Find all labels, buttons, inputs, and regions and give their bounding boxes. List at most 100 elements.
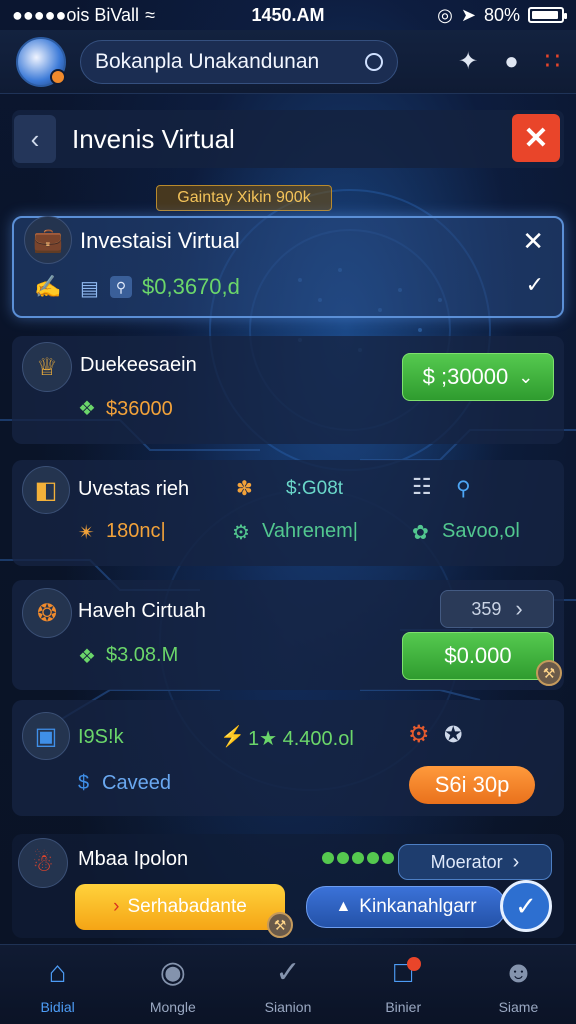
claim-button[interactable]: S6i 30p [409,766,535,804]
close-button[interactable]: ✕ [512,114,560,162]
haveh-card: ❂ Haveh Cirtuah ❖ $3.08.M 359 › $0.000 ⚒ [12,580,564,690]
shield-icon: ▲ [335,898,352,915]
secondary-action-label: Kinkanahlgarr [359,896,477,917]
nav-item-sianion[interactable]: ✓ Sianion [230,945,345,1024]
battery-icon [528,7,567,23]
invest-button-label: $ ;30000 [422,364,509,389]
target-icon: ❂ [22,588,72,638]
page-title: Invenis Virtual [72,123,235,154]
moderator-label: Moerator [430,851,503,872]
stats-card: ▣ I9S!k ⚡ 1★ 4.400.ol ⚙ ✪ $ Caveed S6i 3… [12,700,564,816]
nav-item-binier[interactable]: □ Binier [346,945,461,1024]
globe-icon[interactable]: ● [504,48,519,76]
section-label: Gaintay Xikin 900k [156,185,332,211]
avatar[interactable] [16,36,66,87]
counter-value: 359 [471,598,502,619]
puzzle-icon[interactable]: ✦ [458,47,478,76]
primary-action-button[interactable]: › Serhabadante [75,884,285,930]
robot-icon: ☃ [18,838,68,888]
check-circle-icon: ✓ [275,956,301,989]
money-icon: ❖ [78,398,96,420]
invest-button[interactable]: $ ;30000 ⌄ [402,353,554,401]
stat-1: I9S!k [78,726,124,748]
card-title: Uvestas rieh [78,478,190,500]
chevron-left-icon: ‹ [30,123,40,154]
card-amount: $3.08.M [106,644,179,666]
hammer-icon: ⚒ [536,660,562,686]
search-icon: ⚲ [110,276,132,298]
crown-icon: ♕ [22,342,72,392]
carrier-info: ●●●●●ois BiVall ≈ [12,5,155,26]
stat-2: Vahrenem| [262,520,358,542]
top-bar: Bokanpla Unakandunan ✦ ● ∷ [0,30,576,94]
virtual-investment-card[interactable]: 💼 Investaisi Virtual ✕ ✍ ▤ ⚲ $0,3670,d ✓ [12,216,564,318]
status-bar: ●●●●●ois BiVall ≈ 1450.AM ◎ ➤ 80% [0,0,576,30]
nav-label: Binier [385,998,422,1015]
nav-label: Bidial [40,998,75,1015]
books-icon: ☷ [412,474,432,499]
chest-icon: 💼 [24,216,72,264]
notification-dot [406,957,421,971]
stat-3: Savoo,ol [442,520,520,542]
leaf-icon: ✿ [412,522,429,544]
search-input[interactable]: Bokanpla Unakandunan [95,50,365,74]
claim-button-label: S6i 30p [434,772,510,797]
bottom-nav: ⌂ Bidial ◉ Mongle ✓ Sianion □ Binier ☻ S… [0,944,576,1024]
chevron-right-icon: › [515,596,523,621]
mbaa-card: ☃ Mbaa Ipolon Moerator › › Serhabadante … [12,834,564,938]
buy-button[interactable]: $0.000 [402,632,554,680]
alarm-icon: ◎ [437,4,453,25]
list-icon: ▤ [80,278,99,300]
check-icon[interactable]: ✓ [500,880,552,932]
nav-label: Sianion [264,998,312,1015]
gear-icon: ⚙ [408,721,430,748]
moderator-button[interactable]: Moerator › [398,844,552,880]
progress-dots [322,852,394,864]
chevron-down-icon[interactable]: ✓ [526,272,544,298]
battery-text: 80% [483,4,520,25]
hammer-icon: ⚒ [267,912,293,938]
chevron-circle-icon: ◉ [159,956,186,989]
nav-label: Mongle [149,998,196,1015]
carrier-text: ●●●●●ois BiVall [12,4,140,25]
search-bar[interactable]: Bokanpla Unakandunan [80,39,398,84]
puzzle-icon: ▣ [22,712,70,760]
back-button[interactable]: ‹ [14,115,56,163]
card-title: Investaisi Virtual [80,228,240,253]
caveed-link[interactable]: Caveed [102,772,171,795]
uvestas-card: ◧ Uvestas rieh ✽ $:G08t ☷ ⚲ ✴ 180nc| ⚙ V… [12,460,564,566]
search-icon[interactable] [365,52,383,71]
card-amount: $0,3670,d [142,274,240,299]
close-icon: ✕ [523,121,549,155]
price-text: $:G08t [286,478,344,499]
nav-item-siame[interactable]: ☻ Siame [461,945,576,1024]
building-icon: ◧ [22,466,70,514]
map-pin-icon: ⚲ [456,478,471,500]
grid-menu-icon[interactable]: ∷ [545,47,560,76]
card-title: Mbaa Ipolon [78,848,189,870]
stat-1: 180nc| [106,520,166,542]
counter-button[interactable]: 359 › [440,590,554,628]
card-title: Duekeesaein [80,354,197,376]
stat-2: 1★ 4.400.ol [248,728,354,750]
coins-icon: ✽ [236,478,253,500]
nav-item-mongle[interactable]: ◉ Mongle [115,945,230,1024]
card-amount: $36000 [106,398,173,420]
arrow-right-icon: › [113,896,120,917]
money-icon: ❖ [78,646,96,668]
nav-label: Siame [498,998,539,1015]
nav-item-bidial[interactable]: ⌂ Bidial [0,945,115,1024]
card-title: Haveh Cirtuah [78,600,206,622]
page-header: ‹ Invenis Virtual ✕ [12,110,564,168]
close-icon[interactable]: ✕ [522,226,544,257]
dollar-icon: $ [78,772,90,794]
wifi-icon: ≈ [145,4,155,25]
home-icon: ⌂ [48,955,67,989]
primary-action-label: Serhabadante [127,896,247,917]
fire-icon: ✴ [78,522,95,544]
hand-icon: ✍ [34,274,62,299]
secondary-action-button[interactable]: ▲ Kinkanahlgarr [306,886,506,928]
location-icon: ➤ [460,4,476,25]
profile-icon: ☻ [502,955,535,989]
chevron-down-icon: ⌄ [518,366,534,387]
